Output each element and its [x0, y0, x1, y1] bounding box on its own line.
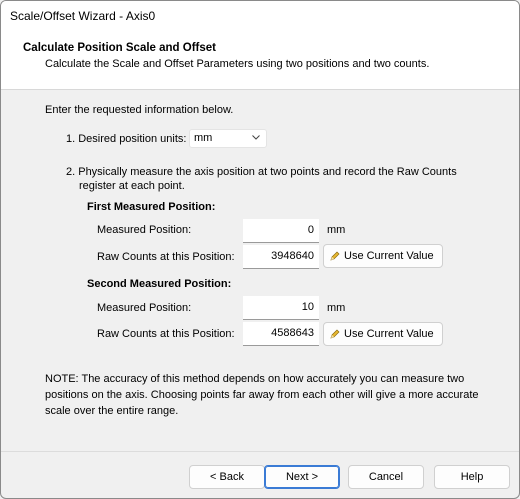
first-measured-label: Measured Position:: [97, 224, 192, 236]
first-use-current-button[interactable]: Use Current Value: [323, 244, 443, 268]
units-selected-value: mm: [194, 132, 213, 144]
second-measured-input[interactable]: 10: [243, 296, 319, 320]
second-measured-label: Measured Position:: [97, 302, 192, 314]
window-title: Scale/Offset Wizard - Axis0: [10, 9, 156, 23]
second-raw-value: 4588643: [271, 327, 314, 339]
cancel-button[interactable]: Cancel: [348, 465, 424, 489]
wizard-header: Calculate Position Scale and Offset Calc…: [1, 31, 519, 90]
intro-text: Enter the requested information below.: [45, 104, 234, 116]
footer-divider: [1, 451, 519, 452]
second-raw-input[interactable]: 4588643: [243, 322, 319, 346]
title-bar: Scale/Offset Wizard - Axis0: [1, 1, 519, 31]
chevron-down-icon: [252, 135, 260, 140]
header-title: Calculate Position Scale and Offset: [23, 42, 216, 54]
first-measured-input[interactable]: 0: [243, 219, 319, 243]
first-raw-value: 3948640: [271, 250, 314, 262]
help-button[interactable]: Help: [434, 465, 510, 489]
step1-label: 1. Desired position units:: [66, 133, 187, 145]
pencil-icon: [330, 329, 340, 339]
header-subtitle: Calculate the Scale and Offset Parameter…: [45, 58, 430, 70]
second-use-current-button[interactable]: Use Current Value: [323, 322, 443, 346]
second-measured-value: 10: [301, 301, 314, 313]
back-button[interactable]: < Back: [189, 465, 265, 489]
first-use-current-label: Use Current Value: [344, 250, 434, 262]
first-raw-input[interactable]: 3948640: [243, 245, 319, 269]
first-measured-unit: mm: [327, 224, 346, 236]
pencil-icon: [330, 251, 340, 261]
next-button[interactable]: Next >: [264, 465, 340, 489]
units-dropdown[interactable]: mm: [189, 129, 267, 148]
first-measured-value: 0: [307, 224, 314, 236]
second-use-current-label: Use Current Value: [344, 328, 434, 340]
step2-text-line2: register at each point.: [79, 180, 185, 192]
step2-text-line1: 2. Physically measure the axis position …: [66, 166, 457, 178]
accuracy-note: NOTE: The accuracy of this method depend…: [45, 373, 479, 417]
first-raw-label: Raw Counts at this Position:: [97, 251, 235, 263]
second-raw-label: Raw Counts at this Position:: [97, 328, 235, 340]
second-measured-unit: mm: [327, 302, 346, 314]
wizard-window: Scale/Offset Wizard - Axis0 Calculate Po…: [0, 0, 520, 499]
first-position-heading: First Measured Position:: [87, 201, 216, 213]
second-position-heading: Second Measured Position:: [87, 278, 232, 290]
